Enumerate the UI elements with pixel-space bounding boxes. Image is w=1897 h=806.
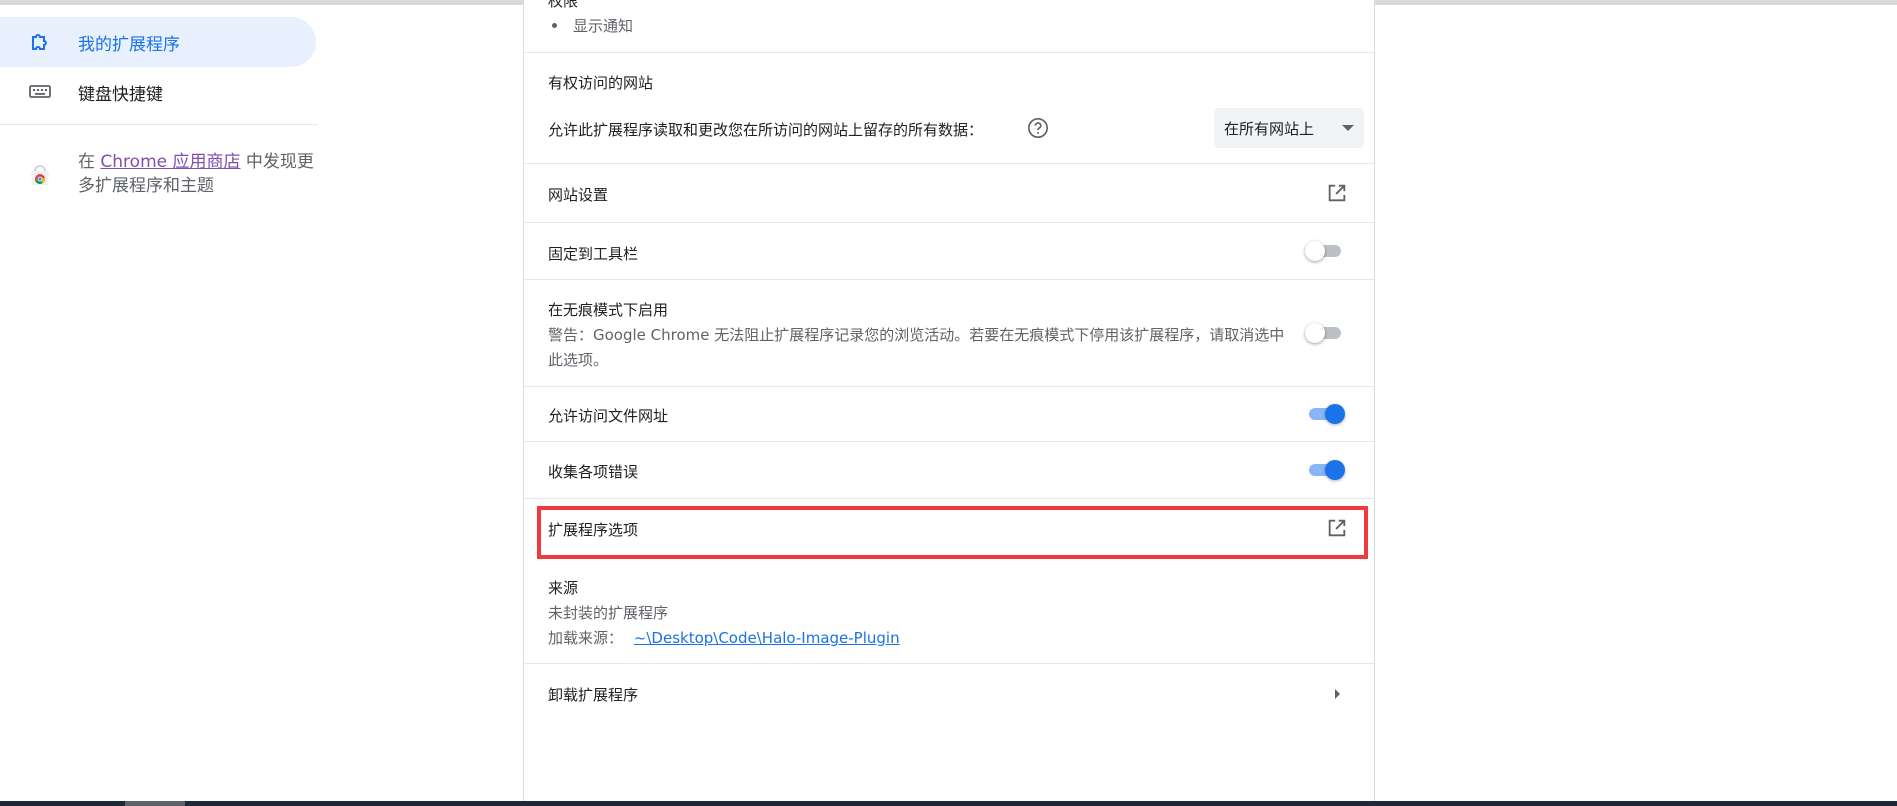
sidebar-item-label: 我的扩展程序	[78, 34, 180, 55]
toggle-knob	[1325, 404, 1345, 424]
chevron-down-icon	[1342, 125, 1354, 131]
incognito-label: 在无痕模式下启用	[548, 301, 669, 319]
extension-icon	[32, 34, 47, 50]
scrollbar-thumb[interactable]	[125, 801, 185, 806]
chrome-web-store-link[interactable]: Chrome 应用商店	[100, 152, 240, 172]
source-path-link[interactable]: ~\Desktop\Code\Halo-Image-Plugin	[634, 629, 900, 647]
permission-item: 显示通知	[573, 17, 634, 35]
sidebar-item-my-extensions[interactable]: 我的扩展程序	[0, 17, 316, 67]
toggle-knob	[1305, 241, 1325, 261]
highlight-box	[537, 506, 1368, 559]
collect-errors-label: 收集各项错误	[548, 463, 639, 481]
pin-toolbar-toggle[interactable]	[1305, 240, 1345, 262]
file-urls-toggle[interactable]	[1305, 403, 1345, 425]
toggle-knob	[1325, 460, 1345, 480]
row-divider	[524, 52, 1374, 53]
row-divider	[524, 498, 1374, 499]
extension-details-card: 权限 显示通知 有权访问的网站 允许此扩展程序读取和更改您在所访问的网站上留存的…	[523, 0, 1375, 801]
bottom-scrollbar[interactable]	[0, 801, 1897, 806]
permissions-heading: 权限	[548, 0, 579, 10]
chevron-right-icon	[1335, 689, 1340, 699]
source-type: 未封装的扩展程序	[548, 604, 669, 622]
site-access-description: 允许此扩展程序读取和更改您在所访问的网站上留存的所有数据：	[548, 121, 984, 139]
site-access-title: 有权访问的网站	[548, 74, 654, 92]
site-settings-row[interactable]: 网站设置	[524, 164, 1374, 222]
row-divider	[524, 441, 1374, 442]
site-settings-label: 网站设置	[548, 186, 609, 204]
sidebar-divider	[0, 124, 318, 125]
open-in-new-icon[interactable]	[1326, 182, 1348, 204]
file-urls-label: 允许访问文件网址	[548, 407, 669, 425]
row-divider	[524, 279, 1374, 280]
row-divider	[524, 386, 1374, 387]
uninstall-row[interactable]: 卸载扩展程序	[524, 664, 1374, 724]
keyboard-icon	[29, 85, 51, 98]
incognito-toggle[interactable]	[1305, 322, 1345, 344]
incognito-warning: 警告：Google Chrome 无法阻止扩展程序记录您的浏览活动。若要在无痕模…	[548, 326, 1285, 369]
web-store-promo: 在 Chrome 应用商店 中发现更多扩展程序和主题	[78, 150, 318, 198]
site-access-select[interactable]: 在所有网站上	[1214, 108, 1364, 148]
chrome-web-store-icon	[31, 165, 49, 185]
bullet-icon	[552, 23, 557, 28]
help-icon[interactable]	[1027, 117, 1049, 139]
sidebar-item-label: 键盘快捷键	[78, 84, 163, 105]
toggle-knob	[1305, 323, 1325, 343]
collect-errors-toggle[interactable]	[1305, 459, 1345, 481]
sidebar-item-keyboard-shortcuts[interactable]: 键盘快捷键	[0, 67, 316, 117]
row-divider	[524, 222, 1374, 223]
site-access-select-value: 在所有网站上	[1224, 120, 1315, 138]
uninstall-label: 卸载扩展程序	[548, 686, 639, 704]
store-prefix-text: 在	[78, 152, 101, 172]
source-title: 来源	[548, 579, 579, 597]
source-load-label: 加载来源：	[548, 629, 624, 647]
source-load-row: 加载来源： ~\Desktop\Code\Halo-Image-Plugin	[548, 627, 900, 648]
pin-toolbar-label: 固定到工具栏	[548, 245, 639, 263]
